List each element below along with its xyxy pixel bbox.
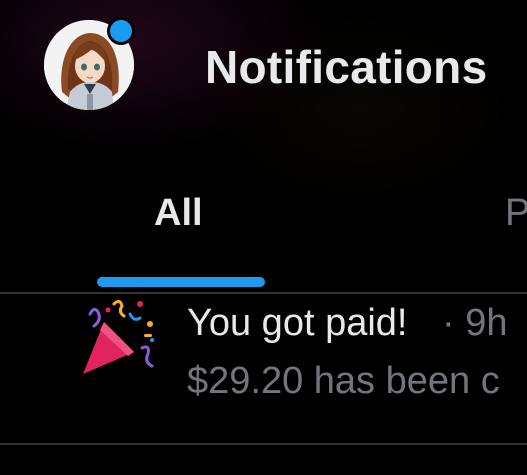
divider (0, 292, 527, 294)
notification-timestamp: · 9h (442, 302, 508, 344)
unread-indicator-dot (107, 17, 135, 45)
page-title: Notifications (205, 41, 488, 93)
notification-body: $29.20 has been c (187, 360, 500, 402)
tab-priority[interactable]: P (505, 192, 527, 235)
tab-all[interactable]: All (154, 192, 203, 235)
divider (0, 443, 527, 445)
notification-title: You got paid! (187, 302, 408, 344)
tab-active-indicator (97, 277, 265, 287)
party-popper-icon (83, 299, 154, 374)
